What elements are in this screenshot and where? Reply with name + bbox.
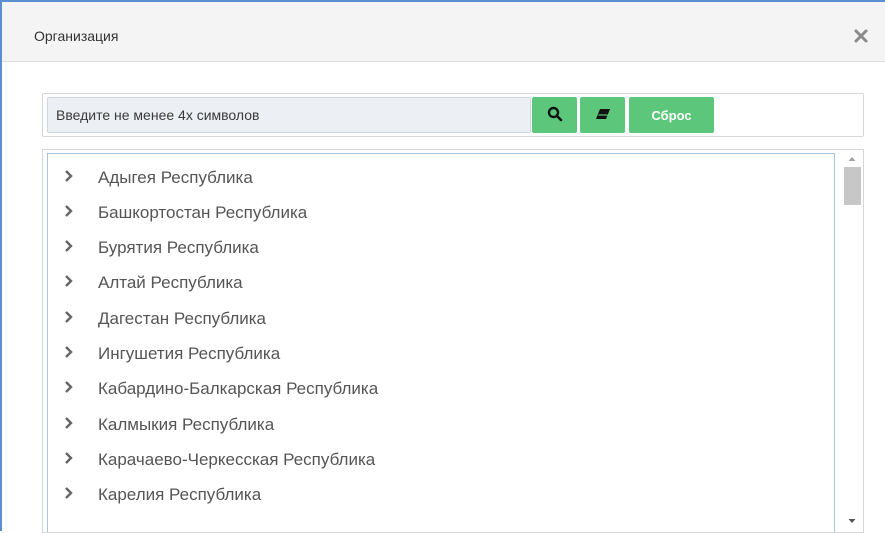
organization-tree: Адыгея Республика Башкортостан Республик…	[42, 149, 864, 533]
tree-list: Адыгея Республика Башкортостан Республик…	[47, 153, 835, 532]
tree-item[interactable]: Алтай Республика	[48, 266, 834, 298]
chevron-right-icon[interactable]	[64, 486, 74, 500]
tree-item-label: Карачаево-Черкесская Республика	[98, 450, 376, 469]
tree-item-label: Бурятия Республика	[98, 238, 259, 257]
scroll-down-icon[interactable]	[843, 512, 861, 530]
eraser-icon	[594, 107, 612, 124]
tree-item-label: Алтай Республика	[98, 273, 243, 292]
tree-item[interactable]: Кабардино-Балкарская Республика	[48, 372, 834, 404]
tree-item-label: Адыгея Республика	[98, 168, 253, 187]
close-icon[interactable]	[853, 28, 869, 44]
chevron-right-icon[interactable]	[64, 239, 74, 253]
dialog-title: Организация	[34, 28, 119, 44]
scroll-up-icon[interactable]	[843, 150, 861, 168]
chevron-right-icon[interactable]	[64, 274, 74, 288]
tree-item-label: Ингушетия Республика	[98, 344, 281, 363]
tree-item[interactable]: Калмыкия Республика	[48, 408, 834, 440]
search-button[interactable]	[532, 97, 577, 133]
tree-item[interactable]: Дагестан Республика	[48, 302, 834, 334]
chevron-right-icon[interactable]	[64, 204, 74, 218]
search-icon	[547, 106, 563, 125]
tree-item[interactable]: Карачаево-Черкесская Республика	[48, 443, 834, 475]
dialog-header: Организация	[2, 2, 885, 62]
tree-item[interactable]: Башкортостан Республика	[48, 196, 834, 228]
chevron-right-icon[interactable]	[64, 451, 74, 465]
search-input[interactable]	[47, 97, 531, 133]
search-bar: Сброс	[42, 93, 864, 137]
dialog-body: Сброс Адыгея Республика Башкортостан Рес…	[2, 62, 885, 533]
tree-item[interactable]: Карелия Республика	[48, 478, 834, 510]
clear-button[interactable]	[580, 97, 625, 133]
tree-item-label: Калмыкия Республика	[98, 415, 275, 434]
tree-item-label: Башкортостан Республика	[98, 203, 308, 222]
organization-dialog: Организация Введите не менее 4х символов…	[0, 0, 885, 533]
chevron-right-icon[interactable]	[64, 345, 74, 359]
scroll-thumb[interactable]	[844, 167, 861, 205]
tree-item[interactable]: Ингушетия Республика	[48, 337, 834, 369]
tree-item-label: Карелия Республика	[98, 485, 262, 504]
tree-item-label: Дагестан Республика	[98, 309, 267, 328]
tree-item-label: Кабардино-Балкарская Республика	[98, 379, 379, 398]
reset-button[interactable]: Сброс	[629, 97, 714, 133]
tree-item[interactable]: Адыгея Республика	[48, 161, 834, 193]
vertical-scrollbar[interactable]	[841, 150, 863, 532]
chevron-right-icon[interactable]	[64, 380, 74, 394]
tree-item[interactable]: Бурятия Республика	[48, 231, 834, 263]
chevron-right-icon[interactable]	[64, 310, 74, 324]
chevron-right-icon[interactable]	[64, 416, 74, 430]
chevron-right-icon[interactable]	[64, 169, 74, 183]
